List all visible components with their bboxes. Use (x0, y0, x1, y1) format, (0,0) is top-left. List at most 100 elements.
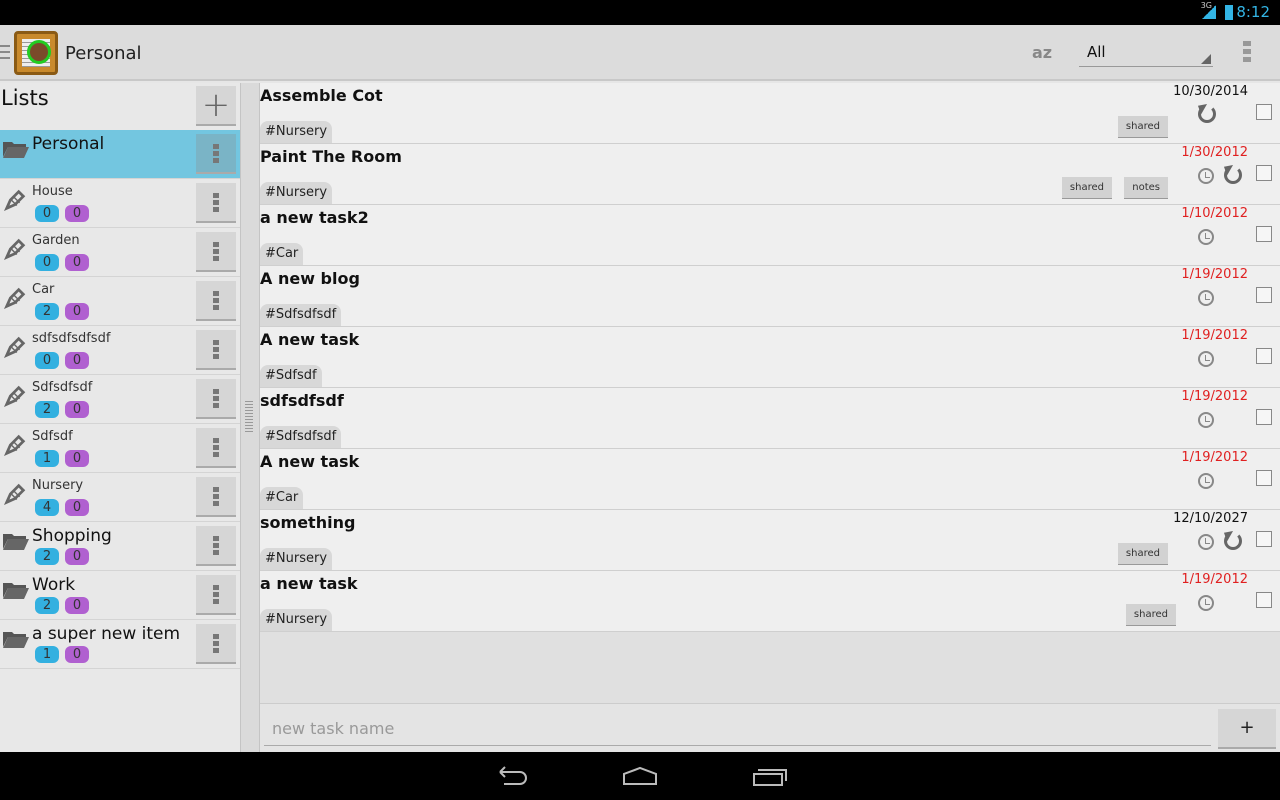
sidebar-item[interactable]: Work 20 (0, 571, 240, 620)
repeat-icon[interactable] (1224, 532, 1242, 550)
task-row[interactable]: Assemble Cot #Nursery 10/30/2014 shared (260, 83, 1280, 144)
task-row[interactable]: A new blog #Sdfsdfsdf 1/19/2012 (260, 266, 1280, 327)
overflow-menu-icon[interactable] (1243, 41, 1251, 63)
home-icon[interactable] (622, 766, 658, 786)
list-menu-button[interactable] (196, 232, 236, 272)
filter-dropdown[interactable]: All (1079, 37, 1213, 67)
sidebar-item[interactable]: Car 20 (0, 277, 240, 326)
sidebar-item[interactable]: Nursery 40 (0, 473, 240, 522)
list-menu-button[interactable] (196, 428, 236, 468)
sidebar-item[interactable]: sdfsdfsdfsdf 00 (0, 326, 240, 375)
sidebar-item[interactable]: Sdfsdfsdf 20 (0, 375, 240, 424)
app-title: Personal (65, 43, 142, 64)
task-tag[interactable]: #Sdfsdfsdf (260, 304, 342, 326)
action-bar: Personal az All (0, 25, 1280, 81)
task-tag[interactable]: #Car (260, 243, 304, 265)
task-row[interactable]: sdfsdfsdf #Sdfsdfsdf 1/19/2012 (260, 388, 1280, 449)
list-menu-button[interactable] (196, 134, 236, 174)
drawer-icon[interactable] (0, 45, 10, 59)
sort-az-button[interactable]: az (1032, 43, 1052, 62)
task-tag[interactable]: #Nursery (260, 548, 333, 570)
due-date: 1/19/2012 (1181, 450, 1248, 465)
task-count-badge: 2 (35, 303, 59, 320)
complete-checkbox[interactable] (1256, 165, 1272, 181)
complete-checkbox[interactable] (1256, 104, 1272, 120)
task-count-badge: 1 (35, 646, 59, 663)
task-tag[interactable]: #Car (260, 487, 304, 509)
add-task-button[interactable]: + (1218, 709, 1276, 749)
back-icon[interactable] (494, 766, 530, 786)
list-menu-button[interactable] (196, 624, 236, 664)
list-menu-button[interactable] (196, 330, 236, 370)
complete-checkbox[interactable] (1256, 348, 1272, 364)
list-menu-button[interactable] (196, 379, 236, 419)
battery-icon (1225, 5, 1233, 20)
sidebar-item[interactable]: Sdfsdf 10 (0, 424, 240, 473)
sidebar-item[interactable]: Garden 00 (0, 228, 240, 277)
task-tag[interactable]: #Sdfsdfsdf (260, 426, 342, 448)
complete-checkbox[interactable] (1256, 531, 1272, 547)
complete-checkbox[interactable] (1256, 226, 1272, 242)
due-date: 10/30/2014 (1173, 84, 1248, 99)
task-name: A new blog (260, 269, 360, 288)
complete-checkbox[interactable] (1256, 470, 1272, 486)
tag-icon (3, 483, 29, 506)
due-date: 1/19/2012 (1181, 389, 1248, 404)
complete-checkbox[interactable] (1256, 592, 1272, 608)
task-row[interactable]: A new task #Sdfsdf 1/19/2012 (260, 327, 1280, 388)
list-menu-button[interactable] (196, 526, 236, 566)
alarm-icon[interactable] (1198, 229, 1214, 245)
repeat-icon[interactable] (1224, 166, 1242, 184)
task-count-badge: 2 (35, 401, 59, 418)
task-tag[interactable]: #Nursery (260, 609, 333, 631)
list-menu-button[interactable] (196, 575, 236, 615)
alarm-icon[interactable] (1198, 351, 1214, 367)
due-date: 1/19/2012 (1181, 328, 1248, 343)
notes-button[interactable]: notes (1124, 177, 1168, 199)
complete-checkbox[interactable] (1256, 409, 1272, 425)
list-menu-button[interactable] (196, 477, 236, 517)
sidebar-item[interactable]: House 00 (0, 179, 240, 228)
status-bar: 3G 8:12 (0, 0, 1280, 25)
alarm-icon[interactable] (1198, 290, 1214, 306)
task-row[interactable]: a new task2 #Car 1/10/2012 (260, 205, 1280, 266)
list-name: Car (32, 282, 55, 297)
add-list-button[interactable]: + (196, 86, 236, 126)
task-tag[interactable]: #Nursery (260, 182, 333, 204)
alarm-icon[interactable] (1198, 473, 1214, 489)
shared-button[interactable]: shared (1061, 177, 1112, 199)
complete-checkbox[interactable] (1256, 287, 1272, 303)
alarm-icon[interactable] (1198, 168, 1214, 184)
task-row[interactable]: A new task #Car 1/19/2012 (260, 449, 1280, 510)
dropdown-arrow-icon (1201, 54, 1211, 64)
repeat-icon[interactable] (1198, 105, 1216, 123)
drag-handle-icon[interactable] (245, 401, 253, 433)
alarm-icon[interactable] (1198, 595, 1214, 611)
alarm-icon[interactable] (1198, 412, 1214, 428)
folder-icon (3, 630, 29, 648)
task-row[interactable]: something #Nursery 12/10/2027 shared (260, 510, 1280, 571)
new-task-input[interactable] (264, 712, 1211, 746)
secondary-count-badge: 0 (65, 450, 89, 467)
sidebar-item[interactable]: a super new item 10 (0, 620, 240, 669)
tag-icon (3, 336, 29, 359)
list-menu-button[interactable] (196, 281, 236, 321)
sidebar-item[interactable]: Shopping 20 (0, 522, 240, 571)
list-menu-button[interactable] (196, 183, 236, 223)
shared-button[interactable]: shared (1125, 604, 1176, 626)
tag-icon (3, 434, 29, 457)
secondary-count-badge: 0 (65, 646, 89, 663)
task-count-badge: 2 (35, 597, 59, 614)
task-list: Assemble Cot #Nursery 10/30/2014 shared … (260, 83, 1280, 752)
task-tag[interactable]: #Sdfsdf (260, 365, 322, 387)
sidebar-item[interactable]: Personal (0, 130, 240, 179)
task-row[interactable]: Paint The Room #Nursery 1/30/2012 notes s… (260, 144, 1280, 205)
task-tag[interactable]: #Nursery (260, 121, 333, 143)
recent-apps-icon[interactable] (752, 766, 788, 786)
alarm-icon[interactable] (1198, 534, 1214, 550)
task-row[interactable]: a new task #Nursery 1/19/2012 shared (260, 571, 1280, 632)
shared-button[interactable]: shared (1117, 116, 1168, 138)
app-logo[interactable] (14, 31, 58, 75)
shared-button[interactable]: shared (1117, 543, 1168, 565)
panel-splitter[interactable] (240, 83, 260, 752)
